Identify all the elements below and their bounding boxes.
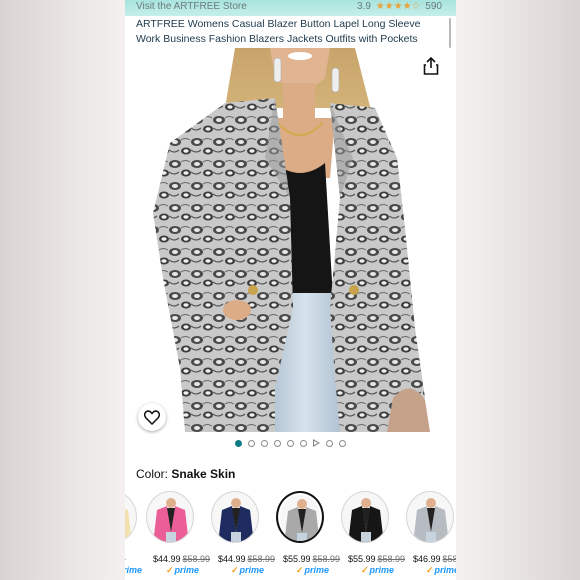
swatch-price-list: $58.99: [247, 554, 276, 564]
color-swatch-thumbnail[interactable]: [211, 491, 259, 543]
swatch-price-current: $44.99: [218, 554, 246, 564]
prime-label: prime: [125, 565, 143, 575]
check-icon: ✓: [361, 565, 369, 575]
video-play-icon[interactable]: [313, 439, 320, 447]
rating-count: 590: [425, 1, 442, 12]
image-pagination: [125, 437, 456, 449]
pagination-dot[interactable]: [274, 439, 281, 447]
color-selector-label: Color: Snake Skin: [136, 467, 235, 481]
share-icon: [423, 57, 439, 75]
color-swatch-thumbnail[interactable]: [125, 491, 137, 543]
swatch-price: $55.99 $58.99: [283, 554, 340, 564]
color-label: Color:: [136, 467, 169, 481]
pagination-dot[interactable]: [300, 439, 307, 447]
product-page: Visit the ARTFREE Store 3.9 ★★★★☆ 590 AR…: [125, 0, 456, 580]
rating-summary[interactable]: 3.9 ★★★★☆ 590: [357, 1, 442, 12]
check-icon: ✓: [296, 565, 304, 575]
prime-badge: ✓prime: [426, 565, 456, 576]
swatch-price-list: $58.5: [442, 554, 456, 564]
rating-value: 3.9: [357, 1, 371, 12]
product-image[interactable]: [125, 48, 456, 432]
swatch-jacket-image: [153, 498, 189, 542]
selected-color-name: Snake Skin: [171, 467, 236, 481]
check-icon: ✓: [166, 565, 174, 575]
prime-badge: ✓prime: [361, 565, 394, 576]
swatch-price: $55.99 $58.99: [348, 554, 405, 564]
prime-badge: ✓prime: [166, 565, 199, 576]
prime-badge: ✓prime: [125, 565, 142, 576]
check-icon: ✓: [231, 565, 239, 575]
prime-label: prime: [369, 565, 395, 575]
color-swatch-thumbnail[interactable]: [146, 491, 194, 543]
heart-icon: [144, 409, 160, 425]
color-swatch-thumbnail[interactable]: [406, 491, 454, 543]
prime-label: prime: [434, 565, 456, 575]
scroll-indicator: [449, 18, 451, 48]
prime-label: prime: [304, 565, 330, 575]
prime-label: prime: [174, 565, 200, 575]
prime-label: prime: [239, 565, 265, 575]
swatch-price-current: $55.99: [348, 554, 376, 564]
pagination-dot[interactable]: [339, 439, 346, 447]
wishlist-button[interactable]: [138, 403, 166, 431]
pagination-dot[interactable]: [287, 439, 294, 447]
color-swatch-thumbnail[interactable]: [276, 491, 324, 543]
share-button[interactable]: [419, 54, 443, 78]
rating-stars: ★★★★☆: [375, 1, 421, 12]
swatch-price-current: $55.99: [283, 554, 311, 564]
pagination-dot-active[interactable]: [235, 439, 242, 447]
swatch-jacket-image: [125, 508, 132, 542]
color-swatch-thumbnail[interactable]: [341, 491, 389, 543]
prime-badge: ✓prime: [231, 565, 264, 576]
pagination-dot[interactable]: [326, 439, 333, 447]
store-link[interactable]: Visit the ARTFREE Store: [136, 1, 247, 12]
swatch-price-list: $58.99: [125, 554, 126, 564]
swatch-price-current: $46.99: [413, 554, 441, 564]
store-bar: Visit the ARTFREE Store 3.9 ★★★★☆ 590: [125, 0, 456, 16]
swatch-jacket-image: [348, 498, 384, 542]
swatch-price: $44.99 $58.99: [218, 554, 275, 564]
swatch-price: $46.99$58.5: [413, 554, 456, 564]
pagination-dot[interactable]: [261, 439, 268, 447]
swatch-price-list: $58.99: [312, 554, 341, 564]
swatch-price-list: $58.99: [377, 554, 406, 564]
prime-badge: ✓prime: [296, 565, 329, 576]
check-icon: ✓: [426, 565, 434, 575]
swatch-price: $58.99: [125, 554, 126, 564]
swatch-jacket-image: [413, 498, 449, 542]
swatch-price-current: $44.99: [153, 554, 181, 564]
swatch-price: $44.99 $58.99: [153, 554, 210, 564]
model-in-snake-blazer-illustration: [153, 48, 430, 432]
product-title: ARTFREE Womens Casual Blazer Button Lape…: [136, 18, 421, 45]
swatch-price-list: $58.99: [182, 554, 211, 564]
swatch-jacket-image: [218, 498, 254, 542]
pagination-dot[interactable]: [248, 439, 255, 447]
swatch-jacket-image: [284, 499, 320, 541]
color-swatch-list: $58.99✓prime$44.99$58.99✓prime$44.99$58.…: [125, 488, 456, 580]
